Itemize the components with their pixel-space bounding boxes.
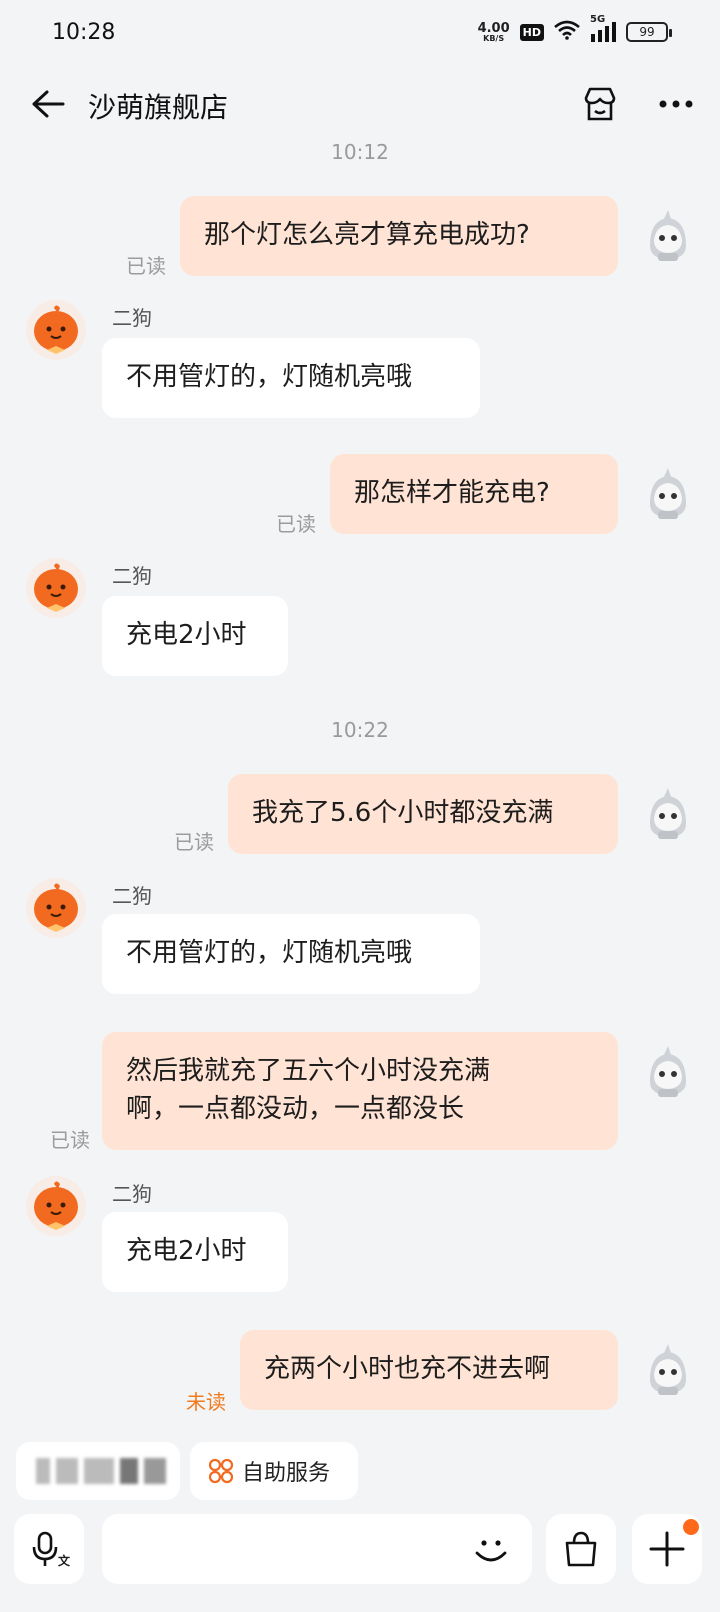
blurred-quick-chip[interactable] <box>16 1442 180 1500</box>
my-message-bubble[interactable]: 我充了5.6个小时都没充满 <box>228 774 618 854</box>
plus-icon <box>649 1531 685 1567</box>
status-icons: 4.00 KB/S HD 5G 99 <box>478 14 672 44</box>
notification-dot <box>683 1519 699 1535</box>
blurred-text <box>36 1458 50 1484</box>
net-speed-value: 4.00 <box>477 20 510 36</box>
blurred-text <box>120 1458 138 1484</box>
message-line: 啊，一点都没动，一点都没长 <box>126 1094 465 1124</box>
more-dots-icon <box>659 100 693 108</box>
my-avatar-icon[interactable] <box>638 1042 698 1102</box>
timestamp: 10:22 <box>331 718 389 742</box>
my-message-bubble[interactable]: 那个灯怎么亮才算充电成功? <box>180 196 618 276</box>
message-input[interactable] <box>116 1524 446 1574</box>
page-title: 沙萌旗舰店 <box>88 91 229 124</box>
battery-icon: 99 <box>626 22 672 42</box>
self-service-label: 自助服务 <box>242 1461 331 1486</box>
shop-message-bubble[interactable]: 不用管灯的，灯随机亮哦 <box>102 914 480 994</box>
message-input-box[interactable] <box>102 1514 532 1584</box>
chat-header: 沙萌旗舰店 <box>0 64 720 150</box>
hd-icon: HD <box>519 23 544 41</box>
status-time: 10:28 <box>52 19 116 45</box>
read-status: 已读 <box>126 254 166 278</box>
input-bar: 文 <box>0 1514 720 1598</box>
blurred-text <box>144 1458 166 1484</box>
wifi-icon <box>554 20 580 44</box>
read-status: 已读 <box>50 1128 90 1152</box>
net-speed-unit: KB/S <box>483 33 505 43</box>
store-icon <box>584 87 616 121</box>
self-service-icon <box>208 1458 234 1484</box>
timestamp: 10:12 <box>331 140 389 164</box>
status-bar: 10:28 4.00 KB/S HD 5G 99 <box>0 0 720 64</box>
blurred-text <box>84 1458 114 1484</box>
my-avatar-icon[interactable] <box>638 1340 698 1400</box>
shopping-bag-icon <box>565 1531 597 1567</box>
battery-level: 99 <box>639 25 655 39</box>
back-arrow-icon <box>32 90 65 118</box>
more-options-button[interactable] <box>632 1514 702 1584</box>
emoji-button[interactable] <box>470 1528 512 1570</box>
store-button[interactable] <box>578 82 622 126</box>
my-message-bubble[interactable]: 那怎样才能充电? <box>330 454 618 534</box>
shopping-bag-button[interactable] <box>546 1514 616 1584</box>
my-avatar-icon[interactable] <box>638 784 698 844</box>
signal-label: 5G <box>590 14 606 25</box>
shop-avatar-icon[interactable] <box>26 1176 86 1236</box>
message-line: 然后我就充了五六个小时没充满 <box>126 1056 491 1086</box>
net-speed: 4.00 KB/S <box>478 22 510 43</box>
read-status: 已读 <box>174 830 214 854</box>
voice-input-button[interactable]: 文 <box>14 1514 84 1584</box>
signal-icon: 5G <box>590 14 616 42</box>
sender-name: 二狗 <box>112 884 152 908</box>
more-button[interactable] <box>654 82 698 126</box>
my-message-bubble[interactable]: 然后我就充了五六个小时没充满 啊，一点都没动，一点都没长 <box>102 1032 618 1150</box>
shop-message-bubble[interactable]: 充电2小时 <box>102 1212 288 1292</box>
voice-text-label: 文 <box>58 1554 71 1568</box>
shop-message-bubble[interactable]: 不用管灯的，灯随机亮哦 <box>102 338 480 418</box>
read-status: 已读 <box>276 512 316 536</box>
my-message-bubble[interactable]: 充两个小时也充不进去啊 <box>240 1330 618 1410</box>
sender-name: 二狗 <box>112 1182 152 1206</box>
unread-status: 未读 <box>186 1390 226 1414</box>
my-avatar-icon[interactable] <box>638 206 698 266</box>
shop-message-bubble[interactable]: 充电2小时 <box>102 596 288 676</box>
shop-avatar-icon[interactable] <box>26 300 86 360</box>
self-service-chip[interactable]: 自助服务 <box>190 1442 358 1500</box>
blurred-text <box>56 1458 78 1484</box>
shop-avatar-icon[interactable] <box>26 558 86 618</box>
smiley-icon <box>475 1540 507 1562</box>
my-avatar-icon[interactable] <box>638 464 698 524</box>
shop-avatar-icon[interactable] <box>26 878 86 938</box>
sender-name: 二狗 <box>112 564 152 588</box>
back-button[interactable] <box>28 84 68 124</box>
sender-name: 二狗 <box>112 306 152 330</box>
